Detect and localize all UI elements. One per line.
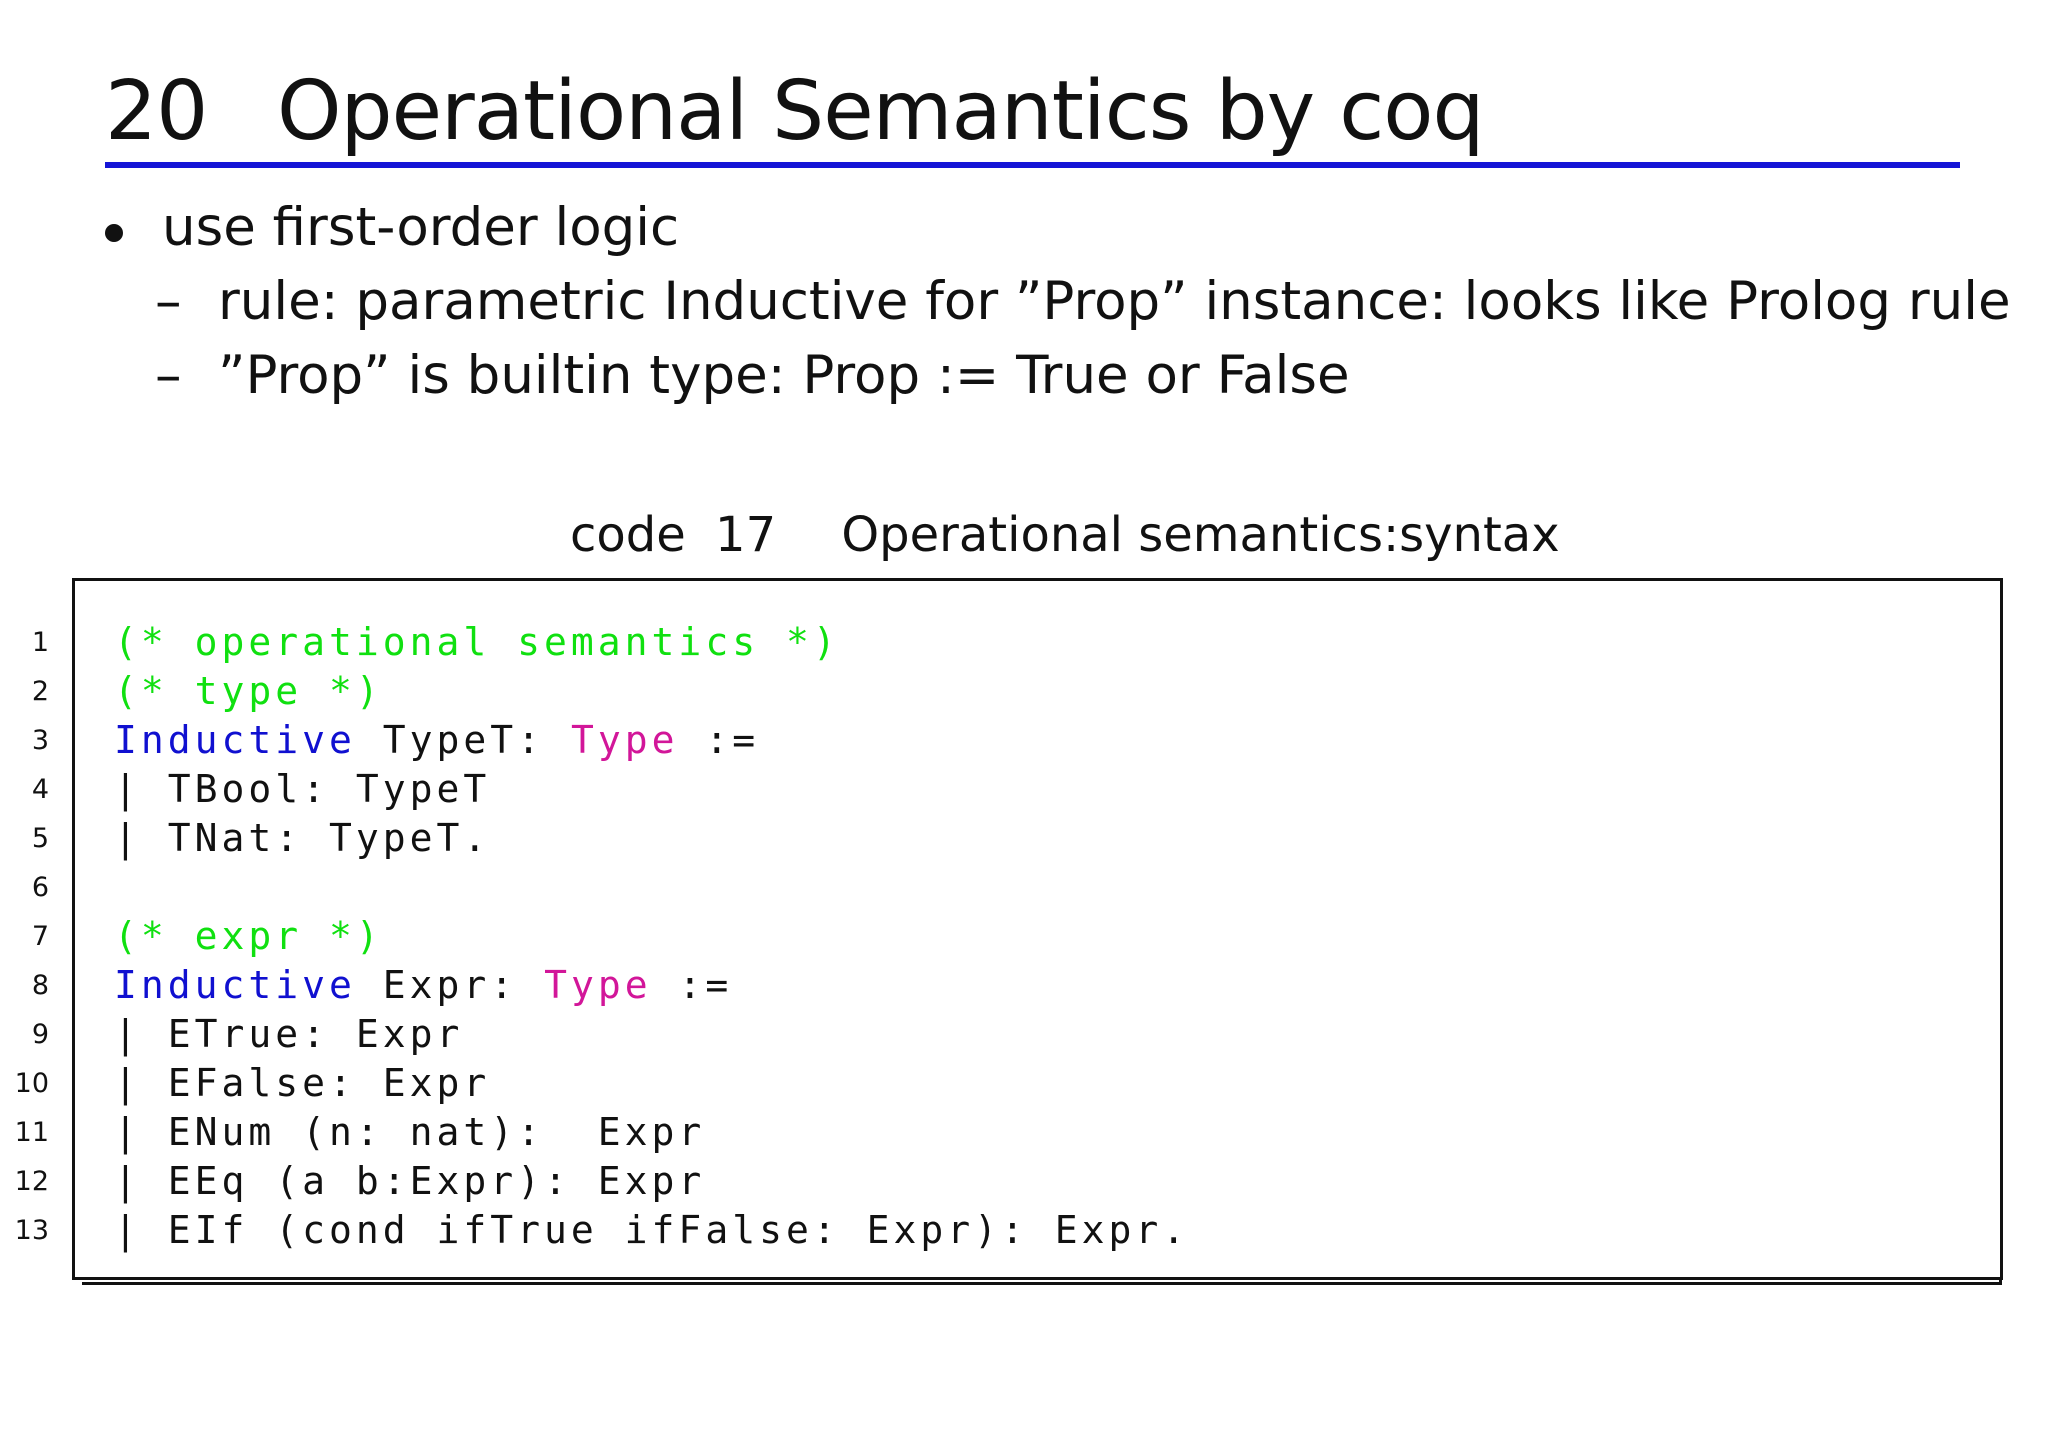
code-token-plain: | EFalse: Expr	[114, 1061, 491, 1105]
code-text: (* type *)	[114, 667, 383, 716]
code-token-plain: Expr:	[355, 963, 545, 1007]
code-line: 1 (* operational semantics *)	[32, 618, 2000, 667]
caption-label: code	[570, 507, 686, 563]
code-token-keyword: Inductive	[114, 963, 356, 1007]
code-text: (* expr *)	[114, 912, 383, 961]
code-token-plain: | TBool: TypeT	[114, 767, 491, 811]
code-line: 11 | ENum (n: nat): Expr	[15, 1108, 2000, 1157]
code-text: Inductive TypeT: Type :=	[114, 716, 759, 765]
line-number: 12	[14, 1166, 49, 1197]
code-line: 3 Inductive TypeT: Type :=	[32, 716, 2000, 765]
sub-bullet-text: rule: parametric Inductive for ”Prop” in…	[218, 271, 2011, 332]
dash-icon: –	[155, 271, 182, 332]
code-token-comment: (* type *)	[114, 669, 383, 713]
section-title: Operational Semantics by coq	[277, 64, 1485, 159]
code-caption: code 17 Operational semantics:syntax	[570, 505, 1560, 565]
line-number: 7	[31, 921, 49, 952]
code-text: | EFalse: Expr	[114, 1059, 490, 1108]
line-number: 13	[14, 1215, 49, 1246]
code-token-type: Type	[570, 718, 679, 762]
line-number: 11	[14, 1117, 49, 1148]
caption-number: 17	[715, 507, 777, 563]
code-text: (* operational semantics *)	[114, 618, 840, 667]
code-line: 10 | EFalse: Expr	[15, 1059, 2000, 1108]
code-token-keyword: Inductive	[114, 718, 356, 762]
code-token-plain: | EEq (a b:Expr): Expr	[114, 1159, 706, 1203]
code-text: | ETrue: Expr	[114, 1010, 463, 1059]
section-header: 20 Operational Semantics by coq	[105, 62, 1960, 168]
code-token-plain: | ENum (n: nat): Expr	[114, 1110, 706, 1154]
code-frame: 1 (* operational semantics *) 2 (* type *) 3…	[15, 578, 2003, 1280]
bullet-icon	[105, 224, 123, 242]
line-number: 4	[31, 774, 49, 805]
section-number: 20	[105, 64, 208, 159]
code-line: 7 (* expr *)	[32, 912, 2000, 961]
code-line: 12 | EEq (a b:Expr): Expr	[15, 1157, 2000, 1206]
code-line: 13 | EIf (cond ifTrue ifFalse: Expr): Exp…	[15, 1206, 2000, 1255]
line-number: 2	[31, 676, 49, 707]
code-text: Inductive Expr: Type :=	[114, 961, 732, 1010]
code-line: 2 (* type *)	[32, 667, 2000, 716]
code-token-plain: | ETrue: Expr	[114, 1012, 464, 1056]
code-text: | EEq (a b:Expr): Expr	[114, 1157, 705, 1206]
line-number: 10	[14, 1068, 49, 1099]
code-token-plain: TypeT:	[355, 718, 571, 762]
code-line: 4 | TBool: TypeT	[32, 765, 2000, 814]
code-line: 6	[32, 863, 2000, 912]
code-token-plain: | EIf (cond ifTrue ifFalse: Expr): Expr.	[114, 1208, 1190, 1252]
sub-bullet-text: ”Prop” is builtin type: Prop := True or …	[218, 345, 1350, 406]
line-number: 9	[31, 1019, 49, 1050]
code-token-plain: :=	[651, 963, 733, 1007]
dash-icon: –	[155, 345, 182, 406]
caption-title: Operational semantics:syntax	[841, 507, 1560, 563]
code-text: | EIf (cond ifTrue ifFalse: Expr): Expr.	[114, 1206, 1189, 1255]
line-number: 6	[31, 872, 49, 903]
code-line: 9 | ETrue: Expr	[32, 1010, 2000, 1059]
code-token-plain: :=	[678, 718, 760, 762]
line-number: 8	[31, 970, 49, 1001]
line-number: 1	[31, 627, 49, 658]
code-text: | TBool: TypeT	[114, 765, 490, 814]
line-number: 5	[31, 823, 49, 854]
bullet-text: use first-order logic	[162, 197, 680, 258]
code-text: | TNat: TypeT.	[114, 814, 490, 863]
code-text: | ENum (n: nat): Expr	[114, 1108, 705, 1157]
code-token-comment: (* operational semantics *)	[114, 620, 840, 664]
code-token-type: Type	[544, 963, 652, 1007]
code-line: 5 | TNat: TypeT.	[32, 814, 2000, 863]
code-token-plain: | TNat: TypeT.	[114, 816, 491, 860]
code-token-comment: (* expr *)	[114, 914, 383, 958]
code-line: 8 Inductive Expr: Type :=	[32, 961, 2000, 1010]
line-number: 3	[31, 725, 49, 756]
